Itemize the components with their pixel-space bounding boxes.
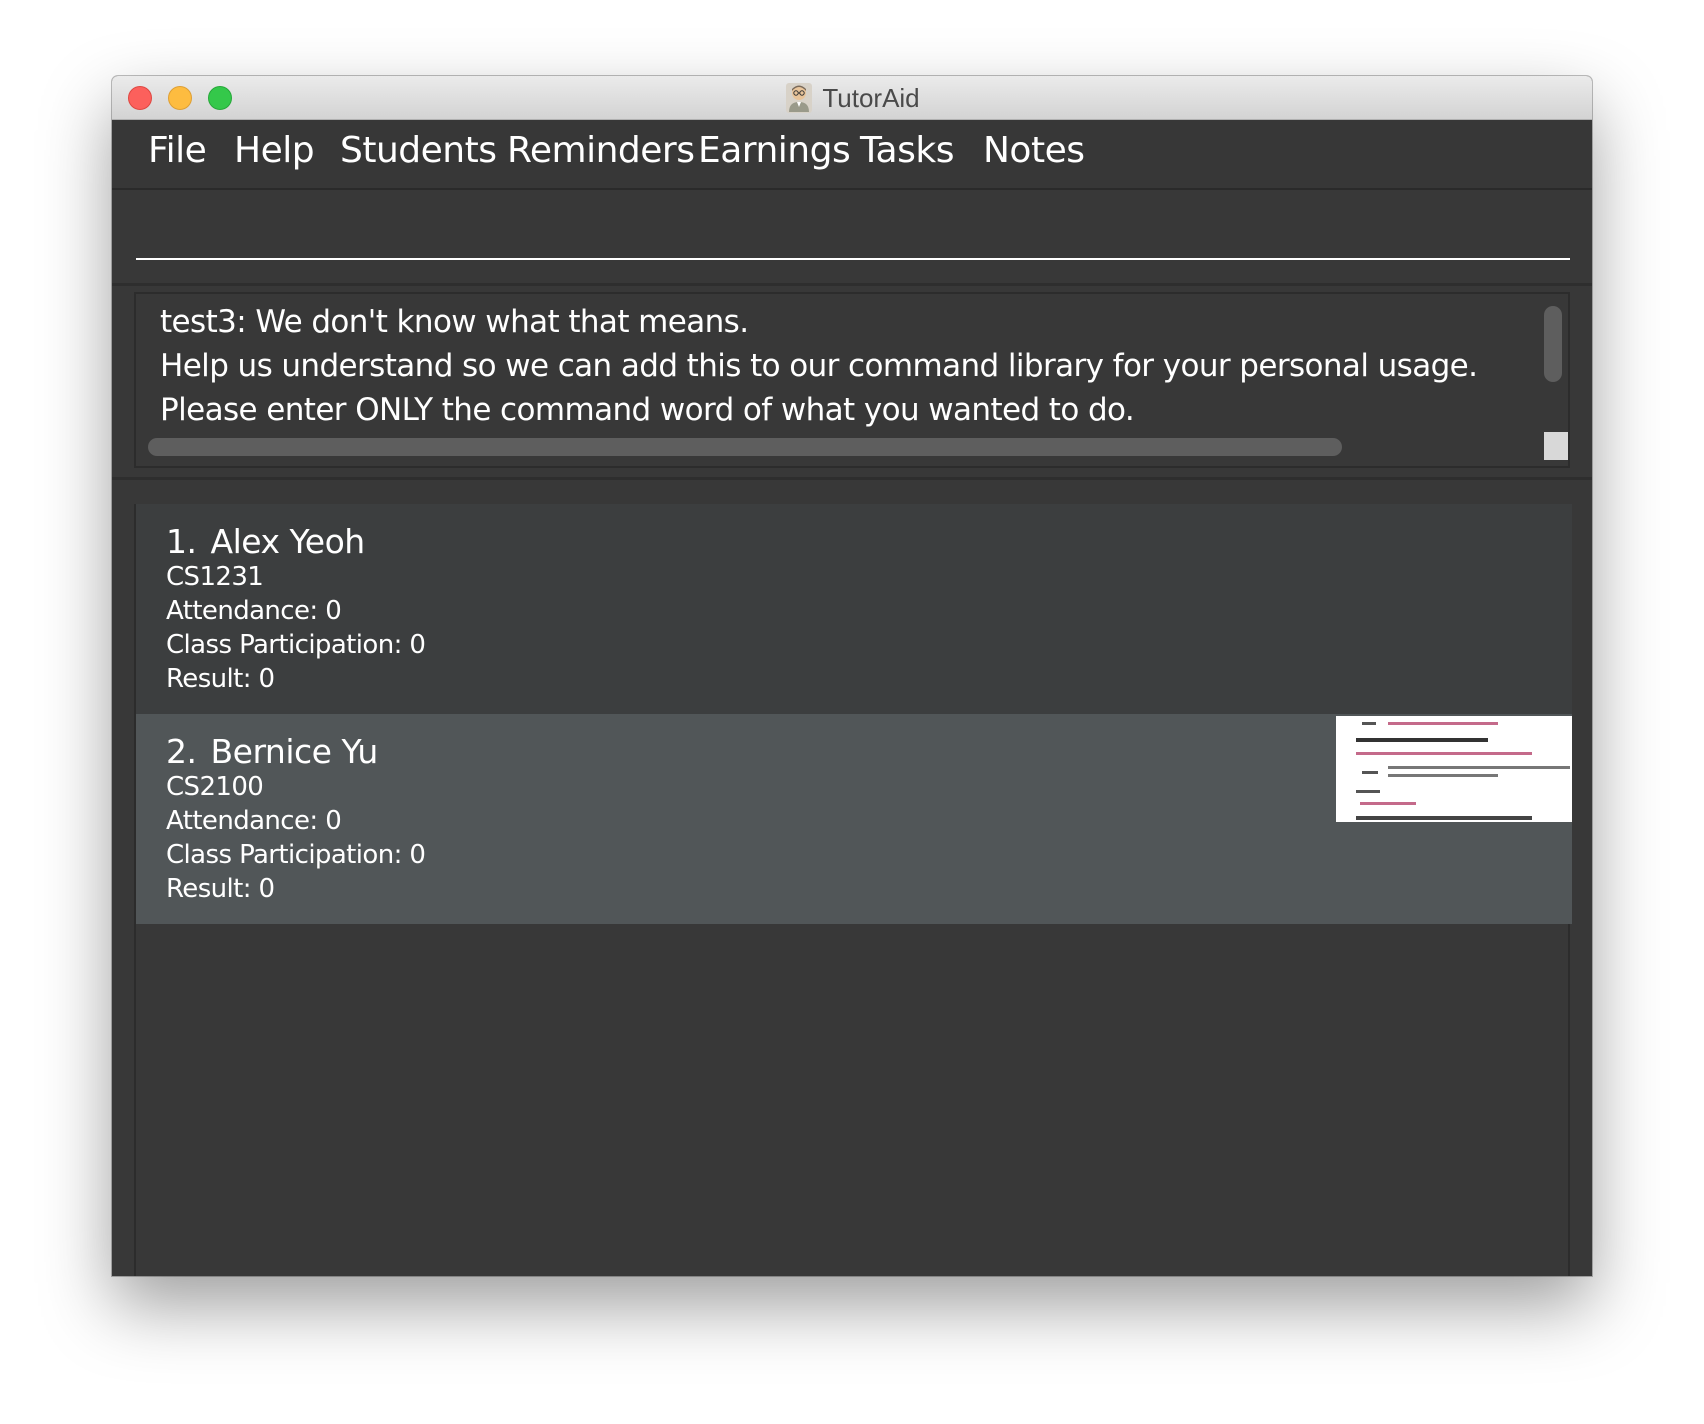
student-index: 1. [166,522,197,561]
result-display[interactable]: test3: We don't know what that means. He… [134,292,1570,468]
title-bar[interactable]: TutorAid [112,76,1592,120]
student-module: CS1231 [166,562,264,592]
window-title-group: TutorAid [112,76,1592,120]
window-title: TutorAid [822,82,920,113]
command-input[interactable] [136,210,1570,260]
result-horizontal-scrollbar[interactable] [148,438,1342,456]
student-name: 2. Bernice Yu [166,732,378,771]
student-attendance: Attendance: 0 [166,806,342,836]
student-photo-thumbnail [1336,716,1572,822]
result-display-container: test3: We don't know what that means. He… [112,286,1592,480]
menu-reminders[interactable]: Reminders [507,130,695,171]
result-message-line: Help us understand so we can add this to… [160,348,1478,384]
result-message-line: test3: We don't know what that means. [160,304,749,340]
student-card[interactable]: 2. Bernice Yu CS2100 Attendance: 0 Class … [136,714,1572,924]
student-module: CS2100 [166,772,264,802]
student-result: Result: 0 [166,664,275,694]
student-name: 1. Alex Yeoh [166,522,365,561]
command-box-container [112,190,1592,286]
app-window: TutorAid File Help Students Reminders Ea… [112,76,1592,1276]
student-name-text: Bernice Yu [210,732,379,771]
scrollbar-corner [1544,432,1568,460]
menu-file[interactable]: File [148,130,207,171]
student-name-text: Alex Yeoh [210,522,366,561]
student-index: 2. [166,732,197,771]
menu-tasks[interactable]: Tasks [860,130,954,171]
menu-students[interactable]: Students [340,130,497,171]
student-attendance: Attendance: 0 [166,596,342,626]
student-result: Result: 0 [166,874,275,904]
tutor-avatar-icon [786,83,813,113]
result-vertical-scrollbar[interactable] [1544,306,1562,382]
student-list[interactable]: 1. Alex Yeoh CS1231 Attendance: 0 Class P… [134,504,1572,1276]
student-participation: Class Participation: 0 [166,840,426,870]
menu-bar: File Help Students Reminders Earnings Ta… [112,120,1592,190]
student-card[interactable]: 1. Alex Yeoh CS1231 Attendance: 0 Class P… [136,504,1572,714]
menu-earnings[interactable]: Earnings [698,130,851,171]
menu-notes[interactable]: Notes [983,130,1085,171]
result-message-line: Please enter ONLY the command word of wh… [160,392,1135,428]
document-preview-graphic [1336,716,1572,822]
menu-help[interactable]: Help [234,130,315,171]
student-participation: Class Participation: 0 [166,630,426,660]
